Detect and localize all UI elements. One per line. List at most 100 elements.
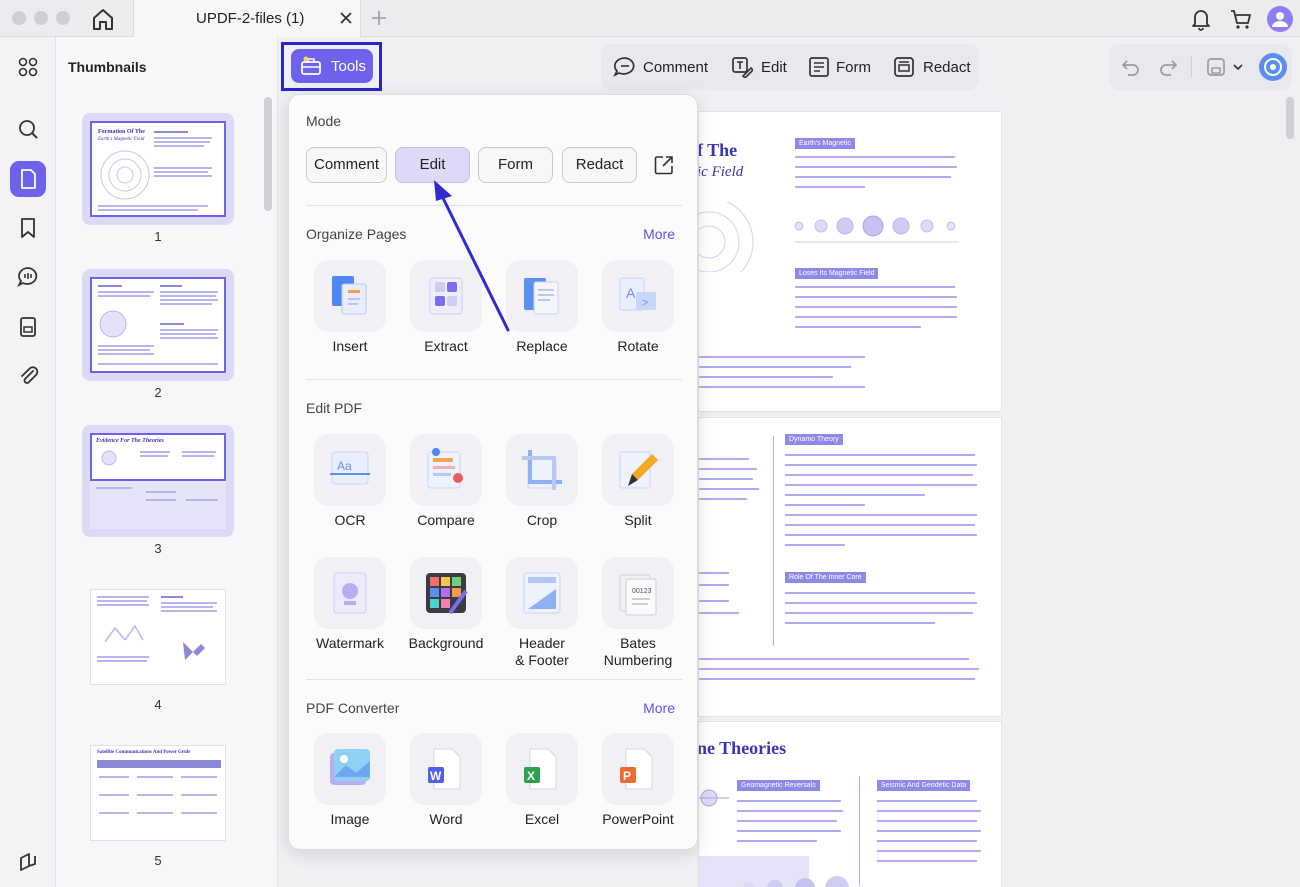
bates-numbering-icon: 00123 bbox=[619, 574, 657, 616]
popover-form-mode[interactable]: Form bbox=[478, 147, 553, 183]
bates-numbering-tool[interactable]: 00123 Bates Numbering bbox=[590, 557, 686, 668]
save-options-chevron-icon[interactable] bbox=[1231, 56, 1245, 78]
paperclip-icon[interactable] bbox=[10, 358, 46, 394]
rotate-pages-icon: A> bbox=[619, 277, 656, 311]
notification-bell-icon[interactable] bbox=[1188, 6, 1214, 32]
section-chip: Geomagnetic Reversals bbox=[737, 780, 820, 791]
cart-icon[interactable] bbox=[1228, 6, 1254, 32]
thumbnail-preview bbox=[90, 589, 226, 685]
redo-icon[interactable] bbox=[1158, 56, 1180, 78]
edit-mode-button[interactable]: Edit bbox=[731, 44, 791, 90]
background-tool[interactable]: Background bbox=[398, 557, 494, 657]
comment-mode-button[interactable]: Comment bbox=[613, 44, 719, 90]
right-toolbar bbox=[1109, 44, 1292, 90]
compare-icon bbox=[427, 448, 463, 489]
svg-text:X: X bbox=[527, 769, 535, 783]
save-icon[interactable] bbox=[1205, 56, 1227, 78]
replace-label: Replace bbox=[516, 338, 568, 354]
layers-icon[interactable] bbox=[10, 845, 46, 881]
close-window-button[interactable] bbox=[12, 11, 26, 25]
thumbnail-page-number: 4 bbox=[154, 697, 162, 712]
extract-tool[interactable]: Extract bbox=[398, 260, 494, 360]
ocr-tool[interactable]: Aa OCR bbox=[302, 434, 398, 534]
thumbnail-heading: Formation Of The bbox=[98, 129, 145, 135]
watermark-icon bbox=[333, 572, 367, 614]
powerpoint-label: PowerPoint bbox=[602, 811, 674, 827]
convert-image-tool[interactable]: Image bbox=[302, 733, 398, 833]
form-mode-label: Form bbox=[836, 59, 871, 76]
replace-tool[interactable]: Replace bbox=[494, 260, 590, 360]
edit-pdf-title: Edit PDF bbox=[306, 400, 363, 416]
redact-mode-button[interactable]: Redact bbox=[893, 44, 973, 90]
crop-icon bbox=[522, 450, 562, 490]
minimize-window-button[interactable] bbox=[34, 11, 48, 25]
popover-comment-mode[interactable]: Comment bbox=[306, 147, 387, 183]
document-page-1: f The ic Field Earth's Magnetic Loses It… bbox=[698, 111, 1002, 412]
background-label: Background bbox=[408, 635, 484, 651]
edit-mode-label: Edit bbox=[761, 59, 787, 76]
zoom-window-button[interactable] bbox=[56, 11, 70, 25]
header-footer-icon bbox=[523, 572, 561, 614]
rotate-label: Rotate bbox=[617, 338, 659, 354]
edit-text-icon bbox=[732, 57, 753, 78]
document-tab[interactable]: UPDF-2-files (1) bbox=[133, 0, 361, 37]
new-tab-icon[interactable] bbox=[370, 9, 388, 27]
thumbnail-page-number: 5 bbox=[154, 853, 162, 868]
thumbnails-icon[interactable] bbox=[10, 161, 46, 197]
convert-powerpoint-tool[interactable]: P PowerPoint bbox=[590, 733, 686, 833]
page-heading: f The bbox=[698, 140, 738, 160]
section-chip: Dynamo Theory bbox=[785, 434, 843, 445]
replace-pages-icon bbox=[524, 278, 559, 315]
page-subheading: ic Field bbox=[698, 164, 744, 180]
open-external-icon[interactable] bbox=[653, 154, 675, 176]
undo-icon[interactable] bbox=[1119, 56, 1141, 78]
page-heading: ne Theories bbox=[698, 738, 787, 758]
section-chip: Earth's Magnetic bbox=[795, 138, 855, 149]
thumbnail-page-number: 1 bbox=[154, 229, 162, 244]
compare-tool[interactable]: Compare bbox=[398, 434, 494, 534]
svg-text:A: A bbox=[626, 285, 636, 301]
bates-numbering-label: Bates Numbering bbox=[603, 635, 673, 668]
thumbnail-table-header bbox=[97, 760, 221, 768]
insert-pages-icon bbox=[332, 276, 367, 315]
insert-label: Insert bbox=[332, 338, 368, 354]
image-file-icon bbox=[330, 749, 370, 785]
split-label: Split bbox=[624, 512, 652, 528]
header-footer-tool[interactable]: Header & Footer bbox=[494, 557, 590, 668]
close-tab-icon[interactable] bbox=[337, 9, 355, 27]
section-chip: Role Of The Inner Core bbox=[785, 572, 866, 583]
ai-assistant-icon[interactable] bbox=[1259, 53, 1287, 81]
rotate-tool[interactable]: A > Rotate bbox=[590, 260, 686, 360]
excel-file-icon: X bbox=[524, 748, 557, 790]
converter-more-link[interactable]: More bbox=[643, 700, 675, 716]
popover-redact-mode[interactable]: Redact bbox=[562, 147, 637, 183]
convert-excel-tool[interactable]: X Excel bbox=[494, 733, 590, 833]
user-avatar-icon[interactable] bbox=[1267, 6, 1293, 32]
extract-pages-icon bbox=[429, 277, 463, 315]
organize-more-link[interactable]: More bbox=[643, 226, 675, 242]
form-mode-button[interactable]: Form bbox=[808, 44, 874, 90]
attachments-page-icon[interactable] bbox=[10, 309, 46, 345]
svg-text:00123: 00123 bbox=[632, 588, 652, 595]
convert-word-tool[interactable]: W Word bbox=[398, 733, 494, 833]
word-file-icon: W bbox=[428, 748, 461, 790]
split-tool[interactable]: Split bbox=[590, 434, 686, 534]
home-icon[interactable] bbox=[89, 6, 117, 32]
insert-tool[interactable]: Insert bbox=[302, 260, 398, 360]
document-scrollbar[interactable] bbox=[1286, 97, 1294, 139]
word-label: Word bbox=[429, 811, 463, 827]
mode-section-title: Mode bbox=[306, 113, 342, 129]
watermark-tool[interactable]: Watermark bbox=[302, 557, 398, 657]
search-icon[interactable] bbox=[10, 111, 46, 147]
crop-tool[interactable]: Crop bbox=[494, 434, 590, 534]
apps-grid-icon[interactable] bbox=[10, 49, 46, 85]
left-rail bbox=[0, 37, 56, 887]
thumbnail-page-number: 3 bbox=[154, 541, 162, 556]
document-page-3: ne Theories Geomagnetic Reversals Seismi… bbox=[698, 721, 1002, 887]
popover-edit-mode[interactable]: Edit bbox=[395, 147, 470, 183]
thumbnails-scrollbar[interactable] bbox=[264, 97, 272, 211]
thumbnail-heading: Satellite Communications And Power Grids bbox=[97, 750, 191, 755]
bookmark-icon[interactable] bbox=[10, 210, 46, 246]
comments-icon[interactable] bbox=[10, 259, 46, 295]
comment-icon bbox=[613, 57, 635, 77]
